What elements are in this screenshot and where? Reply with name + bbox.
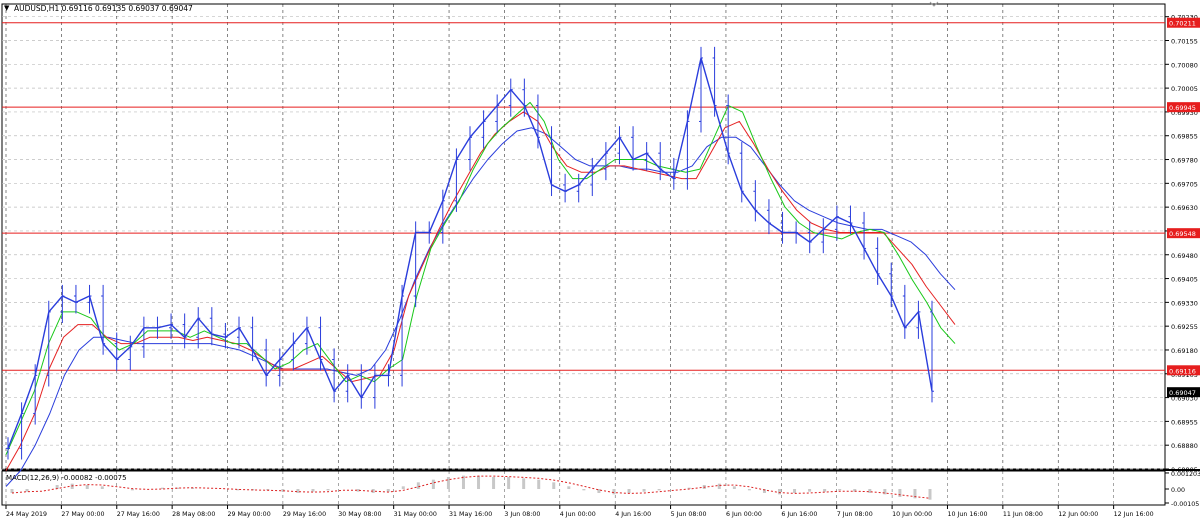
macd-tick-label: 0.001203 [1171, 471, 1200, 478]
time-tick-label: 27 May 16:00 [117, 511, 160, 518]
macd-label: MACD(12,26,9) -0.00082 -0.00075 [6, 474, 127, 482]
main-frame [1, 3, 1166, 470]
time-tick-label: 5 Jun 08:00 [671, 511, 707, 518]
time-tick-label: 6 Jun 00:00 [726, 511, 762, 518]
time-tick-label: 11 Jun 08:00 [1003, 511, 1043, 518]
ma-slow-line [5, 127, 956, 487]
time-tick-label: 29 May 16:00 [283, 511, 326, 518]
level-badge-label: 0.70211 [1169, 20, 1196, 28]
time-tick-label: 29 May 00:00 [228, 511, 271, 518]
grid-layer [1, 3, 1200, 506]
level-badge-label: 0.69116 [1169, 367, 1196, 375]
price-tick-label: 0.69255 [1171, 323, 1198, 331]
time-tick-label: 4 Jun 00:00 [560, 511, 596, 518]
price-tick-label: 0.69855 [1171, 133, 1198, 141]
time-tick-label: 31 May 16:00 [449, 511, 492, 518]
time-tick-label: 30 May 08:00 [338, 511, 381, 518]
macd-tick-label: -0.00105 [1171, 501, 1199, 508]
chart-header: AUDUSD,H1 0.69116 0.69135 0.69037 0.6904… [14, 4, 193, 13]
macd-panel [10, 475, 932, 500]
moving-averages [5, 101, 956, 487]
price-chart[interactable]: 0.702300.701550.700800.700050.699300.698… [0, 0, 1200, 523]
price-tick-label: 0.69630 [1171, 204, 1198, 212]
time-tick-label: 12 Jun 16:00 [1114, 511, 1154, 518]
time-tick-label: 7 Jun 08:00 [837, 511, 873, 518]
level-badge-label: 0.69548 [1169, 230, 1196, 238]
time-tick-label: 12 Jun 00:00 [1058, 511, 1098, 518]
price-tick-label: 0.69480 [1171, 252, 1198, 260]
time-tick-label: 10 Jun 16:00 [947, 511, 987, 518]
price-tick-label: 0.70005 [1171, 85, 1198, 93]
price-tick-label: 0.69405 [1171, 276, 1198, 284]
time-tick-label: 3 Jun 08:00 [504, 511, 540, 518]
time-tick-label: 6 Jun 16:00 [781, 511, 817, 518]
level-badge-label: 0.69945 [1169, 104, 1196, 112]
time-tick-label: 24 May 2019 [6, 511, 47, 518]
price-close-line [7, 57, 933, 449]
time-tick-label: 28 May 08:00 [172, 511, 215, 518]
chart-header-arrow[interactable]: ▼ [4, 4, 10, 12]
time-tick-label: 10 Jun 00:00 [892, 511, 932, 518]
ma-mid-line [5, 111, 956, 471]
price-tick-label: 0.69330 [1171, 299, 1198, 307]
macd-tick-label: 0.00 [1171, 487, 1185, 494]
price-tick-label: 0.70155 [1171, 38, 1198, 46]
time-tick-label: 4 Jun 16:00 [615, 511, 651, 518]
price-tick-label: 0.69780 [1171, 157, 1198, 165]
price-tick-label: 0.69705 [1171, 180, 1198, 188]
chart-window[interactable]: 0.70230 0.70155 0.70080 0.70005 0.69930 0.698… [0, 0, 1200, 523]
axes: 0.702300.701550.700800.700050.699300.698… [5, 1, 1200, 518]
macd-signal-line [11, 475, 931, 499]
price-tick-label: 0.68880 [1171, 442, 1198, 450]
current-price-label: 0.69047 [1169, 389, 1196, 397]
time-tick-label: 31 May 00:00 [394, 511, 437, 518]
price-tick-label: 0.68955 [1171, 418, 1198, 426]
price-tick-label: 0.70080 [1171, 61, 1198, 69]
horizontal-levels [2, 22, 1165, 371]
price-tick-label: 0.69180 [1171, 347, 1198, 355]
time-tick-label: 27 May 00:00 [61, 511, 104, 518]
